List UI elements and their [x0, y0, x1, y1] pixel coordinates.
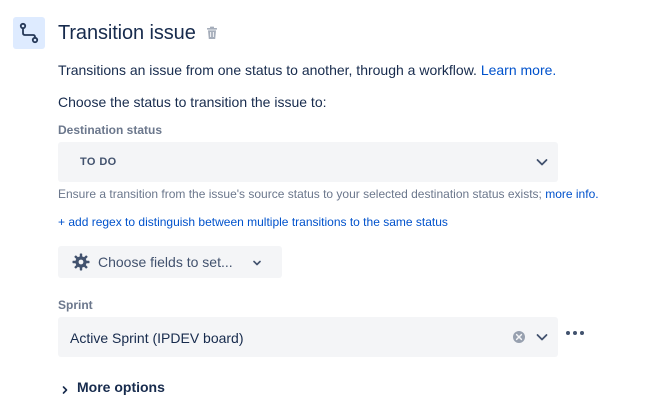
description-text: Transitions an issue from one status to … [58, 62, 477, 78]
learn-more-link[interactable]: Learn more. [481, 62, 556, 78]
destination-helper-text: Ensure a transition from the issue's sou… [58, 187, 542, 201]
gear-icon [72, 253, 90, 271]
transition-issue-panel: Transition issue Transitions an issue fr… [0, 0, 655, 420]
sprint-value: Active Sprint (IPDEV board) [70, 330, 244, 346]
clear-icon[interactable] [512, 330, 526, 344]
description: Transitions an issue from one status to … [58, 61, 556, 79]
destination-helper: Ensure a transition from the issue's sou… [58, 186, 599, 202]
more-actions-icon[interactable] [564, 326, 588, 338]
more-info-link[interactable]: more info. [545, 187, 598, 201]
choose-fields-label: Choose fields to set... [98, 254, 233, 270]
chevron-down-icon [534, 154, 550, 170]
more-options-label: More options [77, 379, 165, 395]
choose-fields-button[interactable]: Choose fields to set... [58, 246, 282, 278]
sprint-select[interactable]: Active Sprint (IPDEV board) [58, 317, 558, 357]
destination-status-label: Destination status [58, 123, 163, 137]
page-title: Transition issue [58, 22, 196, 44]
chevron-down-icon [251, 256, 263, 268]
add-regex-link[interactable]: + add regex to distinguish between multi… [58, 214, 448, 230]
chevron-down-icon [534, 329, 550, 345]
chevron-right-icon [60, 382, 70, 394]
destination-status-select[interactable]: TO DO [58, 142, 558, 182]
destination-status-value: TO DO [80, 156, 117, 168]
sprint-label: Sprint [58, 298, 93, 312]
status-prompt: Choose the status to transition the issu… [58, 94, 327, 110]
trash-icon[interactable] [205, 26, 219, 40]
transition-icon [13, 17, 45, 49]
